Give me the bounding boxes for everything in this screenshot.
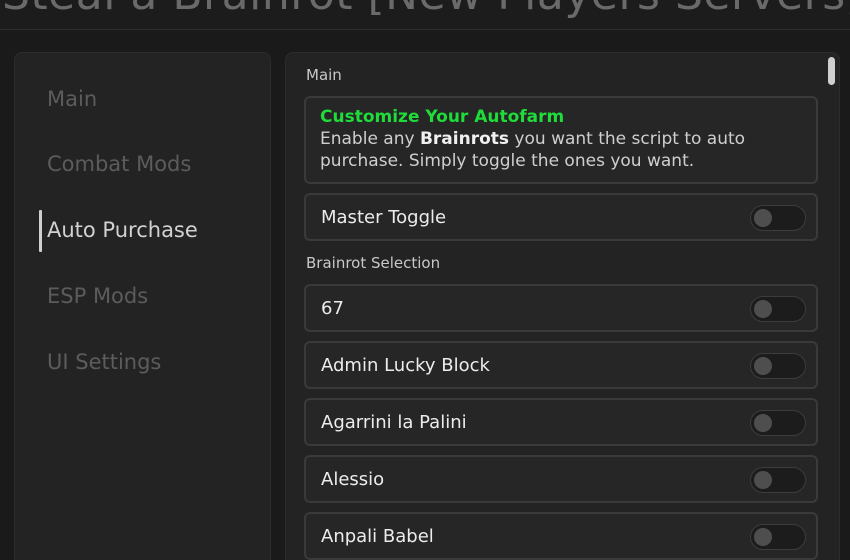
- brainrot-toggle-switch[interactable]: [750, 524, 806, 550]
- window-title: Steal a Brainrot [New Players Servers]: [2, 0, 850, 20]
- brainrot-label: Alessio: [321, 469, 385, 490]
- brainrot-toggle-switch[interactable]: [750, 410, 806, 436]
- brainrot-label: 67: [321, 298, 344, 319]
- sidebar-item-esp-mods[interactable]: ESP Mods: [47, 284, 148, 308]
- sidebar-item-main[interactable]: Main: [47, 87, 97, 111]
- brainrot-toggle-switch[interactable]: [750, 467, 806, 493]
- master-toggle-row[interactable]: Master Toggle: [304, 193, 818, 241]
- active-tab-indicator: [39, 210, 42, 252]
- scrollbar-thumb[interactable]: [828, 57, 835, 85]
- brainrot-toggle-switch[interactable]: [750, 353, 806, 379]
- brainrot-label: Agarrini la Palini: [321, 412, 467, 433]
- info-desc-prefix: Enable any: [320, 129, 420, 149]
- toggle-knob: [754, 414, 772, 432]
- section-title-brainrot-selection: Brainrot Selection: [306, 254, 441, 272]
- brainrot-label: Admin Lucky Block: [321, 355, 490, 376]
- sidebar: Main Combat Mods Auto Purchase ESP Mods …: [14, 52, 271, 560]
- sidebar-item-auto-purchase[interactable]: Auto Purchase: [47, 218, 198, 242]
- master-toggle-switch[interactable]: [750, 205, 806, 231]
- toggle-knob: [754, 300, 772, 318]
- section-title-main: Main: [306, 66, 342, 84]
- sidebar-item-ui-settings[interactable]: UI Settings: [47, 350, 161, 374]
- brainrot-toggle-row[interactable]: Anpali Babel: [304, 512, 818, 560]
- toggle-knob: [754, 209, 772, 227]
- toggle-knob: [754, 471, 772, 489]
- info-description: Enable any Brainrots you want the script…: [320, 128, 802, 150]
- info-box: Customize Your Autofarm Enable any Brain…: [304, 96, 818, 184]
- toggle-knob: [754, 528, 772, 546]
- sidebar-item-combat-mods[interactable]: Combat Mods: [47, 152, 191, 176]
- brainrot-toggle-row[interactable]: Agarrini la Palini: [304, 398, 818, 446]
- brainrot-label: Anpali Babel: [321, 526, 434, 547]
- window-title-bar: Steal a Brainrot [New Players Servers]: [0, 0, 850, 30]
- info-description-line2: purchase. Simply toggle the ones you wan…: [320, 151, 695, 171]
- brainrot-toggle-row[interactable]: Admin Lucky Block: [304, 341, 818, 389]
- info-desc-line1-rest: you want the script to auto: [509, 129, 746, 149]
- info-title: Customize Your Autofarm: [320, 107, 565, 127]
- toggle-knob: [754, 357, 772, 375]
- brainrot-toggle-row[interactable]: Alessio: [304, 455, 818, 503]
- brainrot-toggle-switch[interactable]: [750, 296, 806, 322]
- content-panel: Main Customize Your Autofarm Enable any …: [285, 52, 840, 560]
- info-desc-bold: Brainrots: [419, 129, 510, 149]
- master-toggle-label: Master Toggle: [321, 207, 447, 228]
- brainrot-toggle-row[interactable]: 67: [304, 284, 818, 332]
